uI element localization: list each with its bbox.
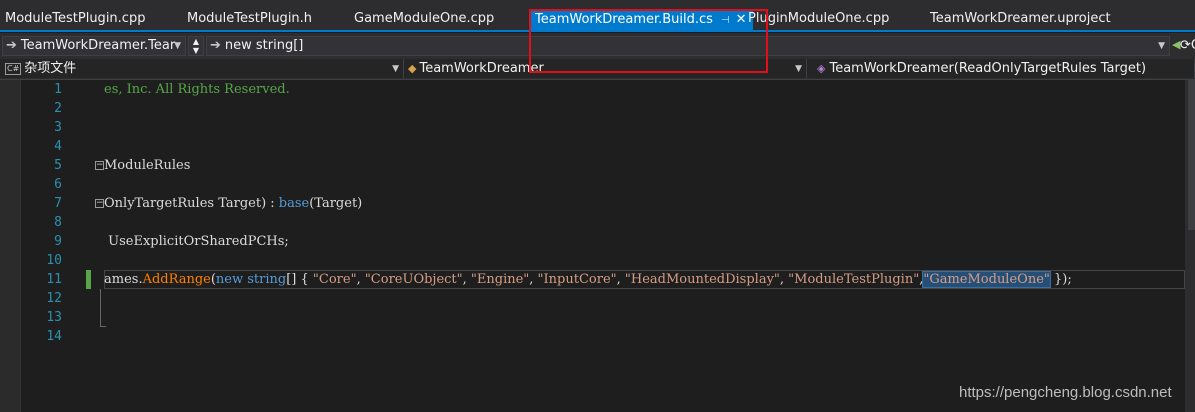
code-text: (Target): [309, 196, 363, 211]
tab-label: GameModuleOne.cpp: [354, 11, 495, 26]
tab-label: ModuleTestPlugin.cpp: [5, 11, 146, 26]
comment-text: es, Inc. All Rights Reserved.: [104, 82, 290, 97]
line-number: 7: [54, 196, 62, 211]
tab-pluginmoduleone-cpp[interactable]: PluginModuleOne.cpp: [748, 8, 889, 30]
code-editor[interactable]: 1 2 3 4 5 6 7 8 9 10 11 12 13 14 − − es,…: [0, 80, 1195, 412]
navigate-combo-value: TeamWorkDreamer.Tear: [20, 38, 176, 53]
line-number: 10: [46, 253, 62, 268]
change-tracking-bar: [86, 270, 91, 289]
tab-moduletestplugin-h[interactable]: ModuleTestPlugin.h: [187, 8, 312, 30]
project-label: 杂项文件: [24, 61, 77, 76]
find-arrow-icon: ➔: [210, 38, 221, 53]
tab-label: ModuleTestPlugin.h: [187, 11, 313, 26]
code-text: ,: [779, 272, 789, 287]
line-number: 13: [46, 310, 62, 325]
code-text: UseExplicitOrSharedPCHs;: [104, 234, 289, 249]
member-dropdown[interactable]: ◈ TeamWorkDreamer(ReadOnlyTargetRules Tar…: [807, 59, 1195, 78]
code-text: ,: [356, 272, 365, 287]
csharp-icon: C#: [5, 63, 22, 75]
red-highlight-box: [529, 9, 768, 73]
string-literal: "InputCore": [537, 272, 617, 287]
code-text: ,: [616, 272, 625, 287]
line-number: 14: [46, 329, 62, 344]
code-line-5: ModuleRules: [104, 156, 190, 175]
collapse-icon[interactable]: −: [95, 161, 104, 170]
find-input[interactable]: new string[]: [225, 38, 303, 53]
tab-label: TeamWorkDreamer.uproject: [930, 11, 1111, 26]
project-dropdown[interactable]: C# 杂项文件 ▼: [0, 59, 404, 78]
keyword-new: new: [215, 272, 244, 287]
code-line-1: es, Inc. All Rights Reserved.: [104, 80, 290, 99]
string-literal: "CoreUObject": [364, 272, 463, 287]
indicator-margin: [0, 80, 21, 412]
line-number: 8: [54, 215, 62, 230]
member-label: TeamWorkDreamer(ReadOnlyTargetRules Targ…: [829, 61, 1147, 76]
line-number: 4: [54, 139, 62, 154]
tab-teamworkdreamer-uproject[interactable]: TeamWorkDreamer.uproject: [930, 8, 1111, 30]
scrollbar-thumb[interactable]: [1188, 80, 1195, 230]
line-number: 12: [46, 291, 62, 306]
code-text: OnlyTargetRules Target) :: [104, 196, 279, 211]
code-text: ModuleRules: [104, 158, 191, 173]
navigate-combo[interactable]: ➔ TeamWorkDreamer.Tear ▼: [2, 36, 186, 56]
chevron-down-icon[interactable]: ▼: [174, 37, 181, 55]
tab-label: PluginModuleOne.cpp: [748, 11, 890, 26]
line-number: 1: [54, 82, 62, 97]
string-literal: "Core": [312, 272, 357, 287]
code-text: ,: [462, 272, 471, 287]
code-text: });: [1049, 272, 1072, 287]
class-icon: ◆: [408, 62, 417, 75]
string-literal: "HeadMountedDisplay": [624, 272, 780, 287]
method-addrange: AddRange: [142, 272, 211, 287]
watermark: https://pengcheng.blog.csdn.net: [959, 384, 1172, 401]
keyword-string: string: [247, 272, 287, 287]
code-line-11: ames.AddRange(new string[] { "Core", "Co…: [104, 270, 1072, 289]
chevron-down-icon: ▼: [392, 64, 399, 74]
collapse-icon[interactable]: −: [95, 199, 104, 208]
tab-moduletestplugin-cpp[interactable]: ModuleTestPlugin.cpp: [5, 8, 145, 30]
code-line-7: OnlyTargetRules Target) : base(Target): [104, 194, 362, 213]
chevron-down-icon[interactable]: ▼: [1158, 37, 1165, 55]
string-literal: "ModuleTestPlugin": [788, 272, 920, 287]
line-number: 6: [54, 177, 62, 192]
spin-buttons[interactable]: ▲ ▼: [188, 36, 204, 56]
type-label: TeamWorkDreamer: [419, 61, 544, 76]
code-text: ames.: [104, 272, 143, 287]
method-icon: ◈: [817, 62, 826, 75]
go-button[interactable]: ⟳G: [1180, 36, 1195, 56]
tab-gamemoduleone-cpp[interactable]: GameModuleOne.cpp: [354, 8, 494, 30]
line-number: 11: [46, 272, 62, 287]
code-line-9: UseExplicitOrSharedPCHs;: [104, 232, 289, 251]
line-number: 2: [54, 101, 62, 116]
keyword-base: base: [278, 196, 310, 211]
navigate-arrow-icon: ➔: [6, 38, 17, 53]
outline-guide: [100, 289, 106, 327]
line-number: 3: [54, 120, 62, 135]
line-number: 5: [54, 158, 62, 173]
chevron-down-icon: ▼: [795, 64, 802, 74]
code-text: ,: [529, 272, 538, 287]
string-literal-selected: "GameModuleOne": [922, 271, 1051, 288]
string-literal: "Engine": [470, 272, 530, 287]
code-text: [] {: [286, 272, 313, 287]
line-number: 9: [54, 234, 62, 249]
